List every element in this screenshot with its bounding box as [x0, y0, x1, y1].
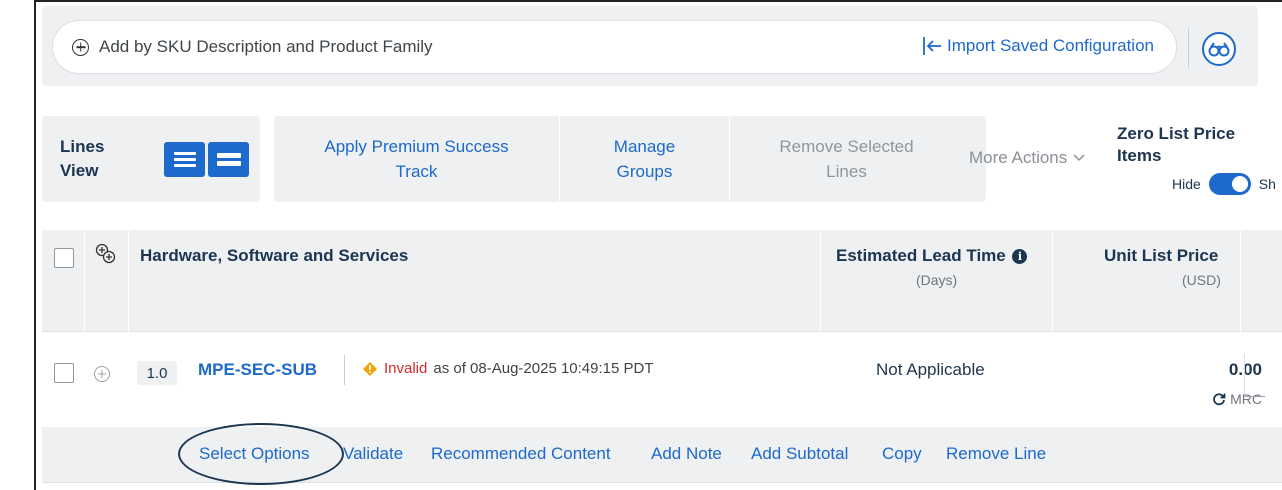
info-icon[interactable]: i: [1012, 249, 1028, 265]
line-number: 1.0: [137, 361, 177, 385]
manage-groups-label-line1: Manage: [613, 137, 676, 156]
col-divider: [1240, 230, 1241, 332]
row-checkbox[interactable]: [54, 363, 74, 383]
search-input[interactable]: Add by SKU Description and Product Famil…: [52, 20, 1177, 74]
expand-all-icon[interactable]: [94, 242, 118, 266]
zero-list-price-filter: Zero List Price Items: [1117, 123, 1282, 167]
apply-premium-label-line2: Track: [395, 162, 438, 181]
col-header-lead-time: Estimated Lead Time i: [836, 246, 1028, 266]
import-icon: [923, 37, 942, 55]
lead-time-value: Not Applicable: [876, 360, 985, 379]
zero-list-toggle-row: Hide Sh: [1172, 173, 1276, 195]
status-indicator: Invalid as of 08-Aug-2025 10:49:15 PDT: [362, 360, 654, 377]
refresh-icon: [1213, 393, 1226, 406]
import-saved-configuration-link[interactable]: Import Saved Configuration: [921, 35, 1154, 57]
more-actions-dropdown[interactable]: More Actions: [969, 148, 1085, 168]
binoculars-icon: [1208, 42, 1230, 57]
row-actions: Select Options Validate Recommended Cont…: [42, 423, 1282, 485]
manage-groups-label-line2: Groups: [616, 162, 673, 181]
col-divider: [128, 230, 129, 332]
remove-selected-label-line2: Lines: [826, 162, 867, 181]
col-divider: [84, 230, 85, 332]
compact-view-button[interactable]: [208, 142, 249, 177]
app-frame: Add by SKU Description and Product Famil…: [34, 0, 1282, 490]
truncated-column: [1244, 354, 1282, 397]
lines-view-label-line1: Lines: [60, 137, 105, 156]
toggle-knob: [1231, 176, 1248, 192]
zero-list-title-line1: Zero List Price: [1117, 124, 1236, 143]
add-circle-icon: [72, 38, 89, 56]
sku-divider: [344, 355, 345, 385]
apply-premium-success-track-button[interactable]: Apply Premium Success Track: [274, 116, 560, 202]
chevron-down-icon: [1073, 154, 1085, 162]
binoculars-button[interactable]: [1202, 32, 1236, 66]
hide-label: Hide: [1172, 176, 1201, 192]
sku-link[interactable]: MPE-SEC-SUB: [198, 360, 317, 380]
lead-time-title: Estimated Lead Time: [836, 246, 1006, 265]
manage-groups-button[interactable]: Manage Groups: [560, 116, 730, 202]
lines-view-panel: Lines View: [42, 116, 260, 202]
zero-list-title-line2: Items: [1117, 146, 1162, 165]
copy-link[interactable]: Copy: [882, 444, 922, 464]
status-timestamp: as of 08-Aug-2025 10:49:15 PDT: [433, 360, 654, 377]
remove-selected-label-line1: Remove Selected: [779, 137, 914, 156]
lines-view-label-line2: View: [60, 161, 99, 180]
select-options-link[interactable]: Select Options: [199, 444, 310, 464]
show-label: Sh: [1258, 176, 1276, 192]
more-actions-label: More Actions: [969, 148, 1068, 167]
select-all-checkbox[interactable]: [54, 248, 74, 268]
compact-view-icon: [216, 153, 241, 158]
validate-link[interactable]: Validate: [343, 444, 403, 464]
search-placeholder: Add by SKU Description and Product Famil…: [99, 37, 433, 56]
price-currency: (USD): [1182, 272, 1221, 288]
recommended-content-link[interactable]: Recommended Content: [431, 444, 611, 464]
remove-selected-lines-button[interactable]: Remove Selected Lines: [730, 116, 963, 202]
remove-line-link[interactable]: Remove Line: [946, 444, 1046, 464]
apply-premium-label-line1: Apply Premium Success: [324, 137, 509, 156]
add-note-link[interactable]: Add Note: [651, 444, 722, 464]
import-label: Import Saved Configuration: [947, 36, 1154, 55]
col-divider: [820, 230, 821, 332]
view-toggle: [164, 142, 249, 177]
search-panel: Add by SKU Description and Product Famil…: [42, 6, 1258, 86]
add-subtotal-link[interactable]: Add Subtotal: [751, 444, 848, 464]
zero-list-price-toggle[interactable]: [1208, 173, 1251, 195]
list-view-icon-bar: [173, 158, 196, 161]
table-row: 1.0 MPE-SEC-SUB Invalid as of 08-Aug-202…: [42, 333, 1282, 427]
status-invalid: Invalid: [384, 360, 428, 377]
col-header-products: Hardware, Software and Services: [140, 246, 409, 265]
lines-view-label: Lines View: [60, 135, 130, 183]
list-view-icon-bar: [173, 164, 196, 167]
warning-icon: [363, 361, 377, 376]
compact-view-icon-bar: [216, 161, 241, 166]
search-divider: [1188, 28, 1189, 68]
expand-row-icon[interactable]: [94, 366, 110, 382]
table-header: Hardware, Software and Services Estimate…: [42, 230, 1282, 332]
lines-toolbar: Lines View Apply Premium Success Track M…: [42, 116, 1282, 202]
list-view-icon: [173, 152, 196, 155]
col-divider: [1052, 230, 1053, 332]
lead-time-units: (Days): [916, 272, 958, 288]
col-header-unit-list-price: Unit List Price: [1104, 246, 1219, 265]
toolbar-actions: Apply Premium Success Track Manage Group…: [274, 116, 986, 202]
list-view-button[interactable]: [164, 142, 205, 177]
zero-list-price-title: Zero List Price Items: [1117, 123, 1282, 167]
